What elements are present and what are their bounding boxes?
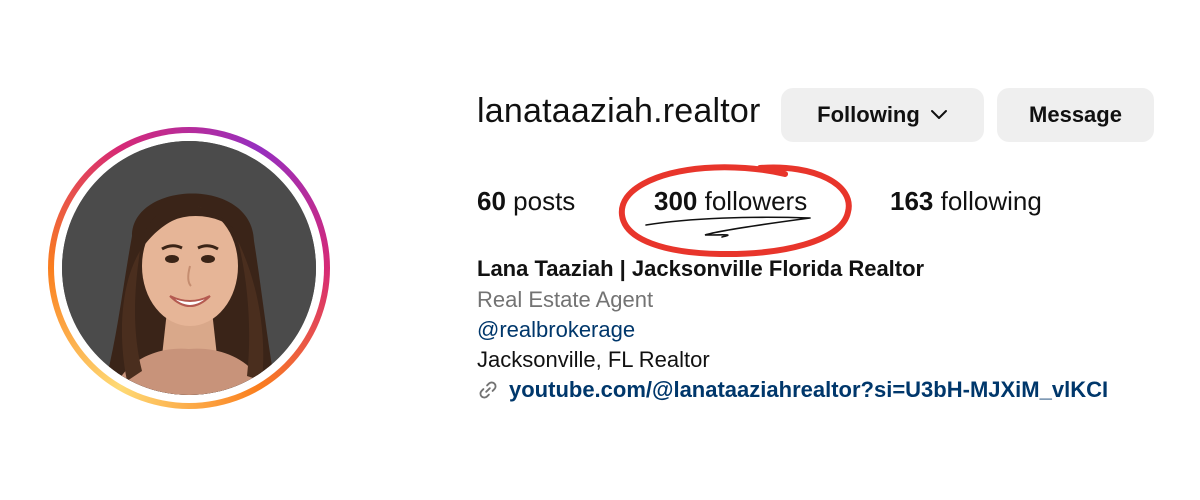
following-stat[interactable]: 163 following xyxy=(890,186,1042,217)
following-count: 163 xyxy=(890,186,934,216)
category-label: Real Estate Agent xyxy=(477,287,654,312)
following-button-label: Following xyxy=(817,102,920,127)
story-ring[interactable] xyxy=(48,127,330,409)
external-link[interactable]: youtube.com/@lanataaziahrealtor?si=U3bH-… xyxy=(477,377,1108,403)
profile-page: lanataaziah.realtor Following Message 60… xyxy=(0,0,1200,500)
message-button-label: Message xyxy=(1029,102,1122,127)
chevron-down-icon xyxy=(930,109,948,121)
link-icon xyxy=(477,379,499,401)
external-link-text: youtube.com/@lanataaziahrealtor?si=U3bH-… xyxy=(509,377,1109,402)
avatar[interactable] xyxy=(62,141,316,395)
posts-stat[interactable]: 60 posts xyxy=(477,186,575,217)
avatar-photo xyxy=(62,141,316,395)
bio-location: Jacksonville, FL Realtor xyxy=(477,347,710,372)
posts-label: posts xyxy=(513,186,576,216)
message-button[interactable]: Message xyxy=(997,88,1154,142)
profile-username: lanataaziah.realtor xyxy=(477,92,761,130)
followers-label: followers xyxy=(704,186,808,216)
following-label: following xyxy=(940,186,1042,216)
full-name: Lana Taaziah | Jacksonville Florida Real… xyxy=(477,256,925,281)
following-button[interactable]: Following xyxy=(781,88,984,142)
posts-count: 60 xyxy=(477,186,506,216)
profile-stats: 60 posts 300 followers 163 following xyxy=(0,186,1200,226)
followers-stat[interactable]: 300 followers xyxy=(654,186,807,217)
followers-count: 300 xyxy=(654,186,698,216)
mention-link[interactable]: @realbrokerage xyxy=(477,317,635,343)
